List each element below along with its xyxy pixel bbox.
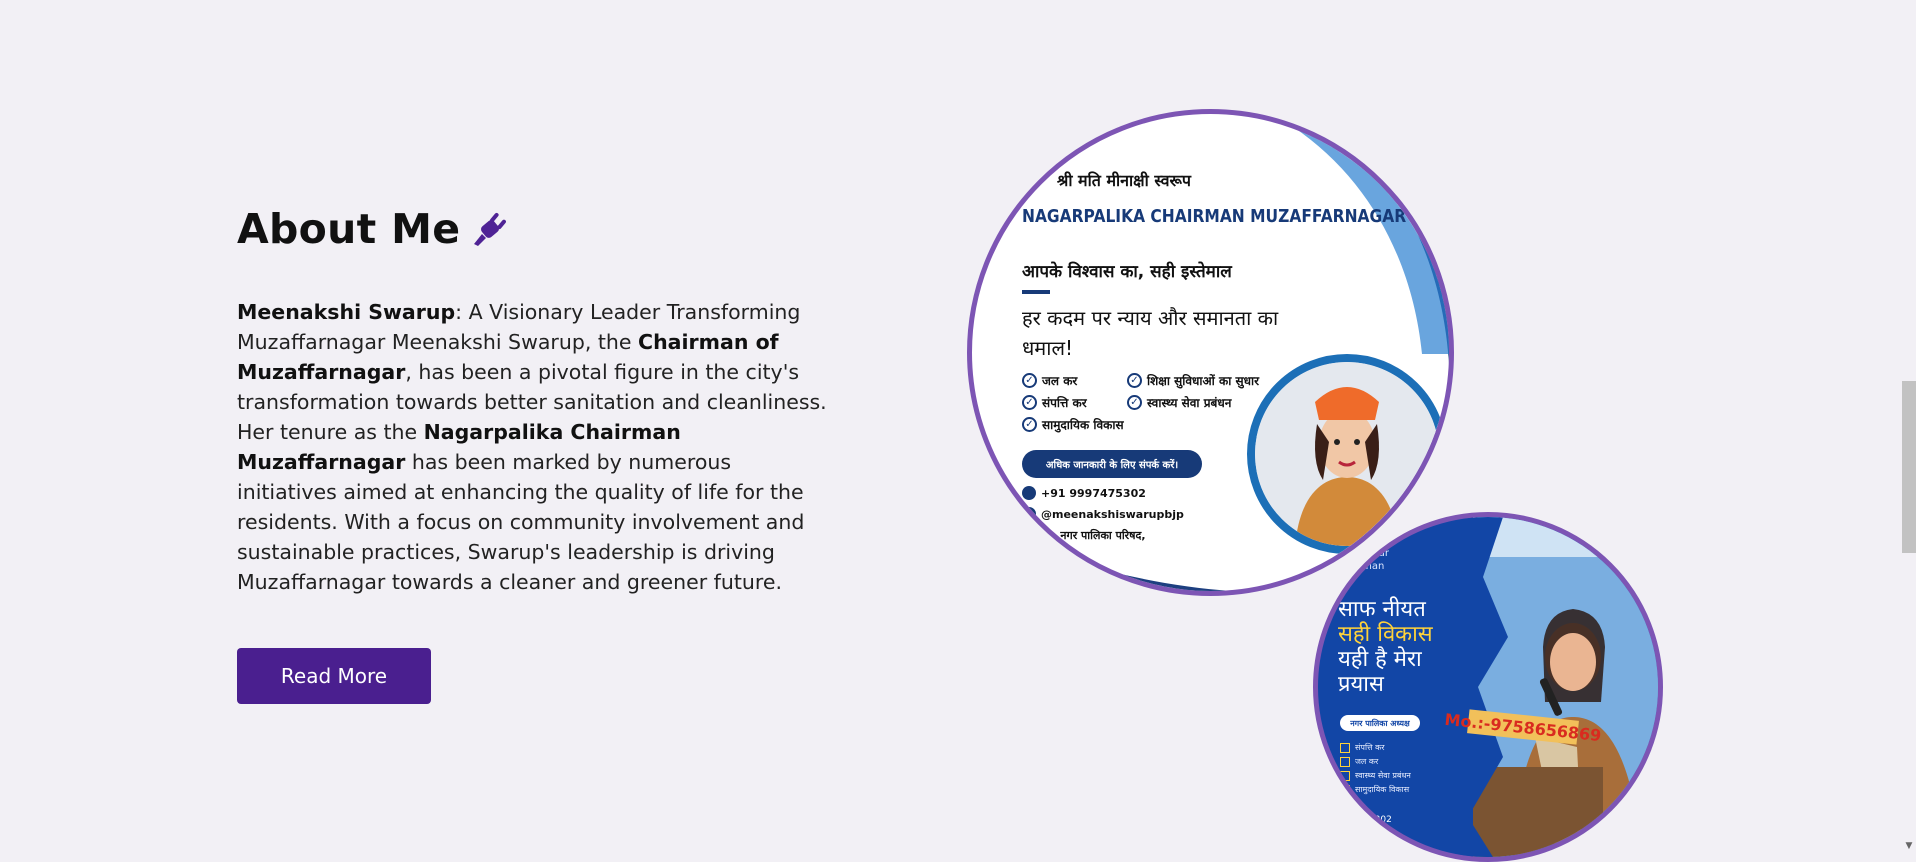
scrollbar[interactable]: ▼ <box>1902 0 1916 853</box>
checkbox-icon <box>1340 770 1350 781</box>
instagram-icon <box>1022 507 1036 521</box>
scrollbar-thumb[interactable] <box>1902 381 1916 553</box>
check-icon: ✓ <box>1127 395 1142 410</box>
poster1-item-label: शिक्षा सुविधाओं का सुधार <box>1147 374 1259 388</box>
poster2-line-2: सही विकास <box>1338 622 1433 647</box>
poster2-check: संपत्ति कर <box>1340 742 1385 753</box>
read-more-button[interactable]: Read More <box>237 648 431 704</box>
poster1-item: ✓ जल कर <box>1022 372 1077 389</box>
poster1-office-2: रनगर <box>1034 544 1056 557</box>
poster1-item: ✓ सामुदायिक विकास <box>1022 416 1124 433</box>
poster2-check-label: संपत्ति कर <box>1355 743 1385 752</box>
poster2-check: स्वास्थ्य सेवा प्रबंधन <box>1340 770 1411 781</box>
about-section: About Me Meenakshi Swarup: A Visionary L… <box>237 205 827 597</box>
checkbox-icon <box>1340 784 1350 795</box>
poster1-divider <box>1022 290 1050 294</box>
poster2-check: जल कर <box>1340 756 1378 767</box>
checkbox-icon <box>1340 756 1350 767</box>
about-title-text: About Me <box>237 205 461 253</box>
check-icon: ✓ <box>1022 417 1037 432</box>
poster2-line-1: साफ नीयत <box>1338 597 1426 622</box>
poster2-line-3: यही है मेरा <box>1338 647 1422 672</box>
poster2-top-1: ffarnagar <box>1343 548 1390 559</box>
poster1-item-label: सामुदायिक विकास <box>1042 418 1124 432</box>
poster1-phone-text: +91 9997475302 <box>1041 486 1146 500</box>
poster1-title: NAGARPALIKA CHAIRMAN MUZAFFARNAGAR <box>1022 206 1407 227</box>
poster2-top-text: ffarnagar hairman <box>1343 547 1389 573</box>
about-bio: Meenakshi Swarup: A Visionary Leader Tra… <box>237 297 827 597</box>
poster1-office: ध्यक्ष, नगर पालिका परिषद, <box>1034 529 1146 542</box>
poster1-item-label: जल कर <box>1042 374 1078 388</box>
check-icon: ✓ <box>1022 373 1037 388</box>
check-icon: ✓ <box>1022 395 1037 410</box>
poster2-badge: नगर पालिका अध्यक्ष <box>1340 715 1420 731</box>
poster1-handle-text: @meenakshiswarupbjp <box>1041 507 1184 521</box>
about-title: About Me <box>237 205 827 253</box>
poster2-check-label: सामुदायिक विकास <box>1355 785 1410 794</box>
poster2-top-2: hairman <box>1343 561 1385 572</box>
poster1-item-label: स्वास्थ्य सेवा प्रबंधन <box>1147 396 1232 410</box>
poster-image-small: ffarnagar hairman साफ नीयत सही विकास यही … <box>1313 512 1663 862</box>
phone-icon <box>1022 486 1036 500</box>
poster1-item: ✓ शिक्षा सुविधाओं का सुधार <box>1127 372 1259 389</box>
check-icon: ✓ <box>1127 373 1142 388</box>
plug-icon <box>470 208 512 250</box>
poster1-handle: @meenakshiswarupbjp <box>1022 507 1184 521</box>
poster1-item: ✓ स्वास्थ्य सेवा प्रबंधन <box>1127 394 1231 411</box>
poster1-cta: अधिक जानकारी के लिए संपर्क करें। <box>1022 450 1202 478</box>
poster1-name: श्री मति मीनाक्षी स्वरूप <box>1057 171 1192 190</box>
poster2-check-label: जल कर <box>1355 757 1379 766</box>
poster1-item-label: संपत्ति कर <box>1042 396 1087 410</box>
bio-name: Meenakshi Swarup <box>237 300 456 324</box>
scroll-down-arrow-icon[interactable]: ▼ <box>1904 841 1914 851</box>
poster2-line-4: प्रयास <box>1338 672 1384 697</box>
poster1-slogan-2: हर कदम पर न्याय और समानता का धमाल! <box>1022 306 1279 360</box>
poster2-phone: 97475302 <box>1346 815 1392 825</box>
poster1-phone: +91 9997475302 <box>1022 486 1146 500</box>
poster1-slogan-1: आपके विश्वास का, सही इस्तेमाल <box>1022 262 1232 282</box>
poster1-item: ✓ संपत्ति कर <box>1022 394 1087 411</box>
poster2-check-label: स्वास्थ्य सेवा प्रबंधन <box>1355 771 1411 780</box>
checkbox-icon <box>1340 742 1350 753</box>
poster2-check: सामुदायिक विकास <box>1340 784 1409 795</box>
